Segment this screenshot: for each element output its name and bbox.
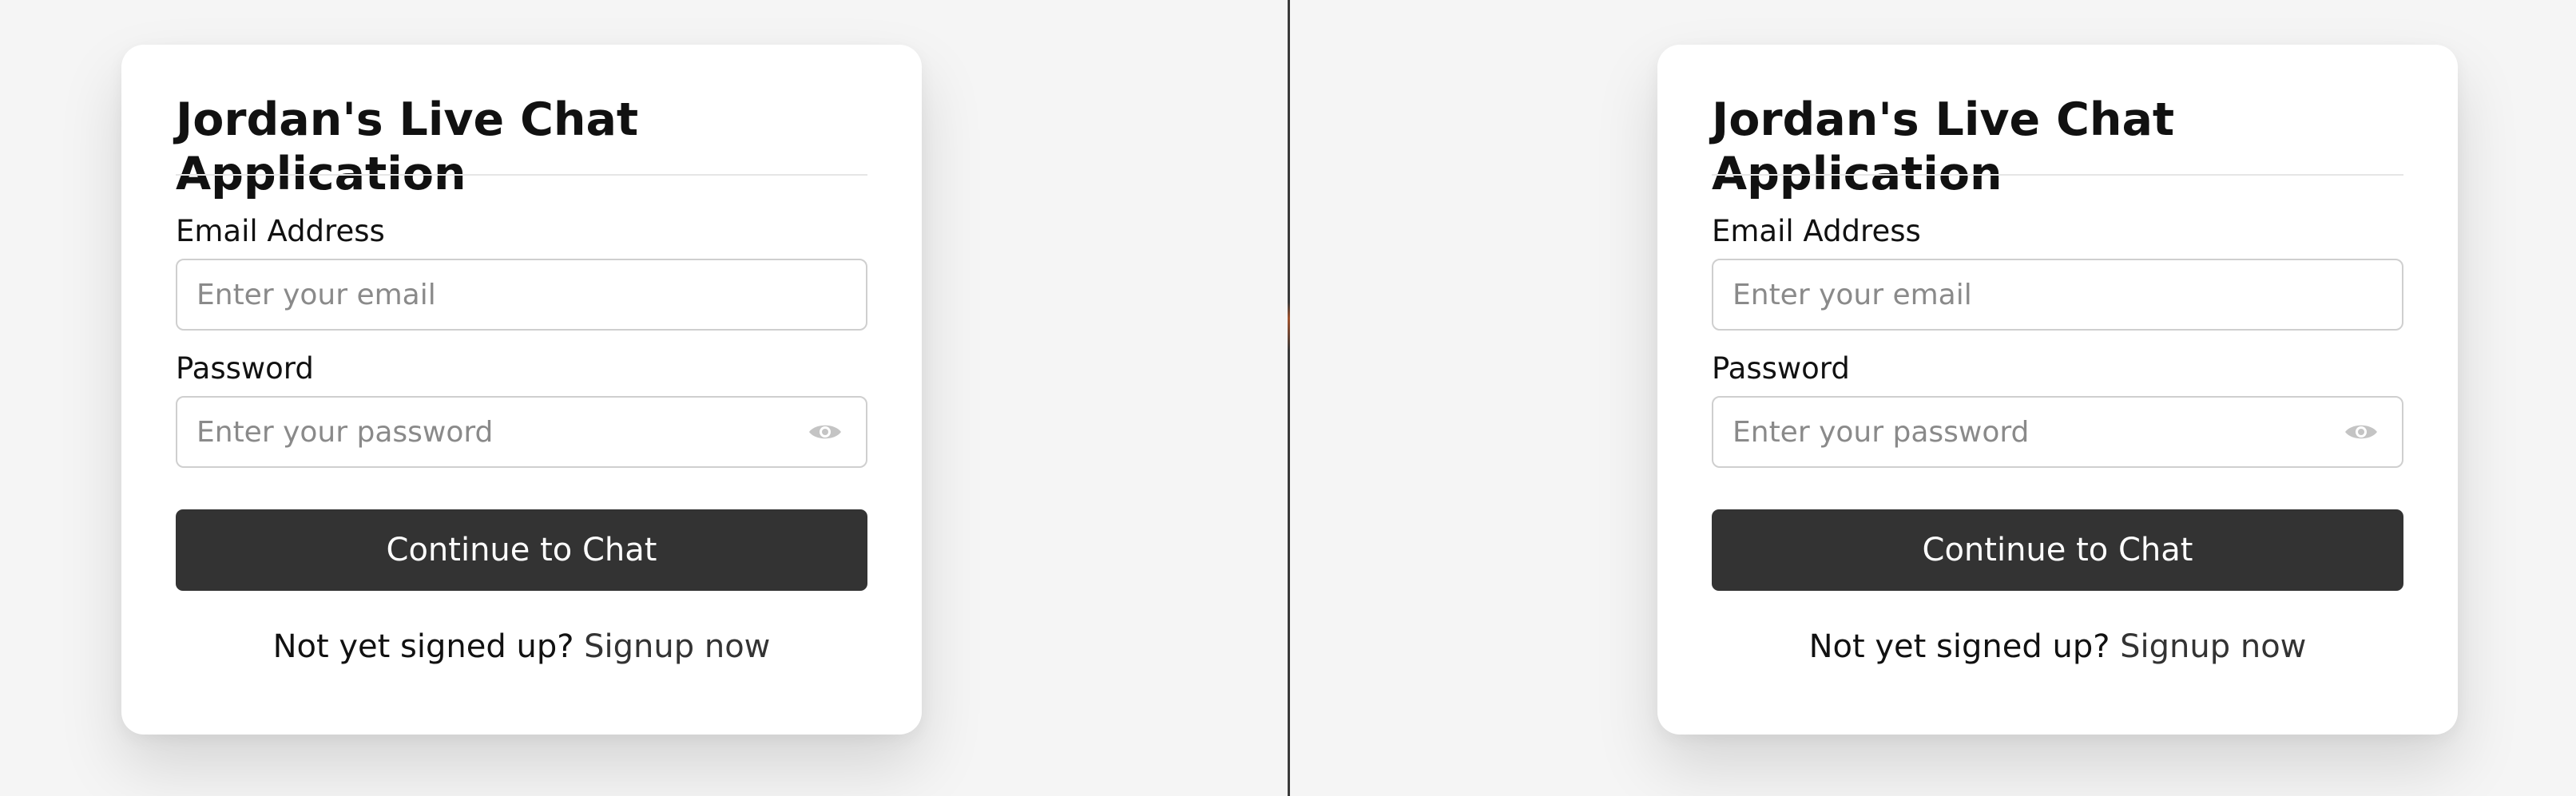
login-card: Jordan's Live Chat Application Email Add… (1657, 45, 2458, 735)
signup-prompt-row: Not yet signed up? Signup now (121, 628, 922, 666)
signup-prompt-row: Not yet signed up? Signup now (1657, 628, 2458, 666)
password-field[interactable] (177, 415, 866, 449)
continue-to-chat-button[interactable]: Continue to Chat (1712, 509, 2403, 591)
email-field-wrapper (1712, 259, 2403, 331)
email-field[interactable] (1713, 278, 2402, 311)
eye-icon[interactable] (2343, 420, 2380, 444)
password-field-wrapper (176, 396, 867, 468)
email-field[interactable] (177, 278, 866, 311)
signup-prompt-text: Not yet signed up? (272, 628, 574, 665)
password-label: Password (1712, 351, 1850, 386)
email-label: Email Address (176, 214, 385, 248)
email-field-wrapper (176, 259, 867, 331)
split-screen: Jordan's Live Chat Application Email Add… (0, 0, 2576, 796)
left-pane: Jordan's Live Chat Application Email Add… (0, 0, 1288, 796)
email-label: Email Address (1712, 214, 1921, 248)
signup-prompt-text: Not yet signed up? (1808, 628, 2110, 665)
login-card: Jordan's Live Chat Application Email Add… (121, 45, 922, 735)
title-divider (1712, 174, 2403, 176)
right-pane: Jordan's Live Chat Application Email Add… (1290, 0, 2576, 796)
password-field[interactable] (1713, 415, 2402, 449)
signup-link[interactable]: Signup now (2120, 628, 2306, 665)
password-field-wrapper (1712, 396, 2403, 468)
title-divider (176, 174, 867, 176)
continue-to-chat-button[interactable]: Continue to Chat (176, 509, 867, 591)
signup-link[interactable]: Signup now (584, 628, 770, 665)
eye-icon[interactable] (807, 420, 843, 444)
app-title: Jordan's Live Chat Application (176, 93, 639, 201)
password-label: Password (176, 351, 314, 386)
app-title: Jordan's Live Chat Application (1712, 93, 2175, 201)
